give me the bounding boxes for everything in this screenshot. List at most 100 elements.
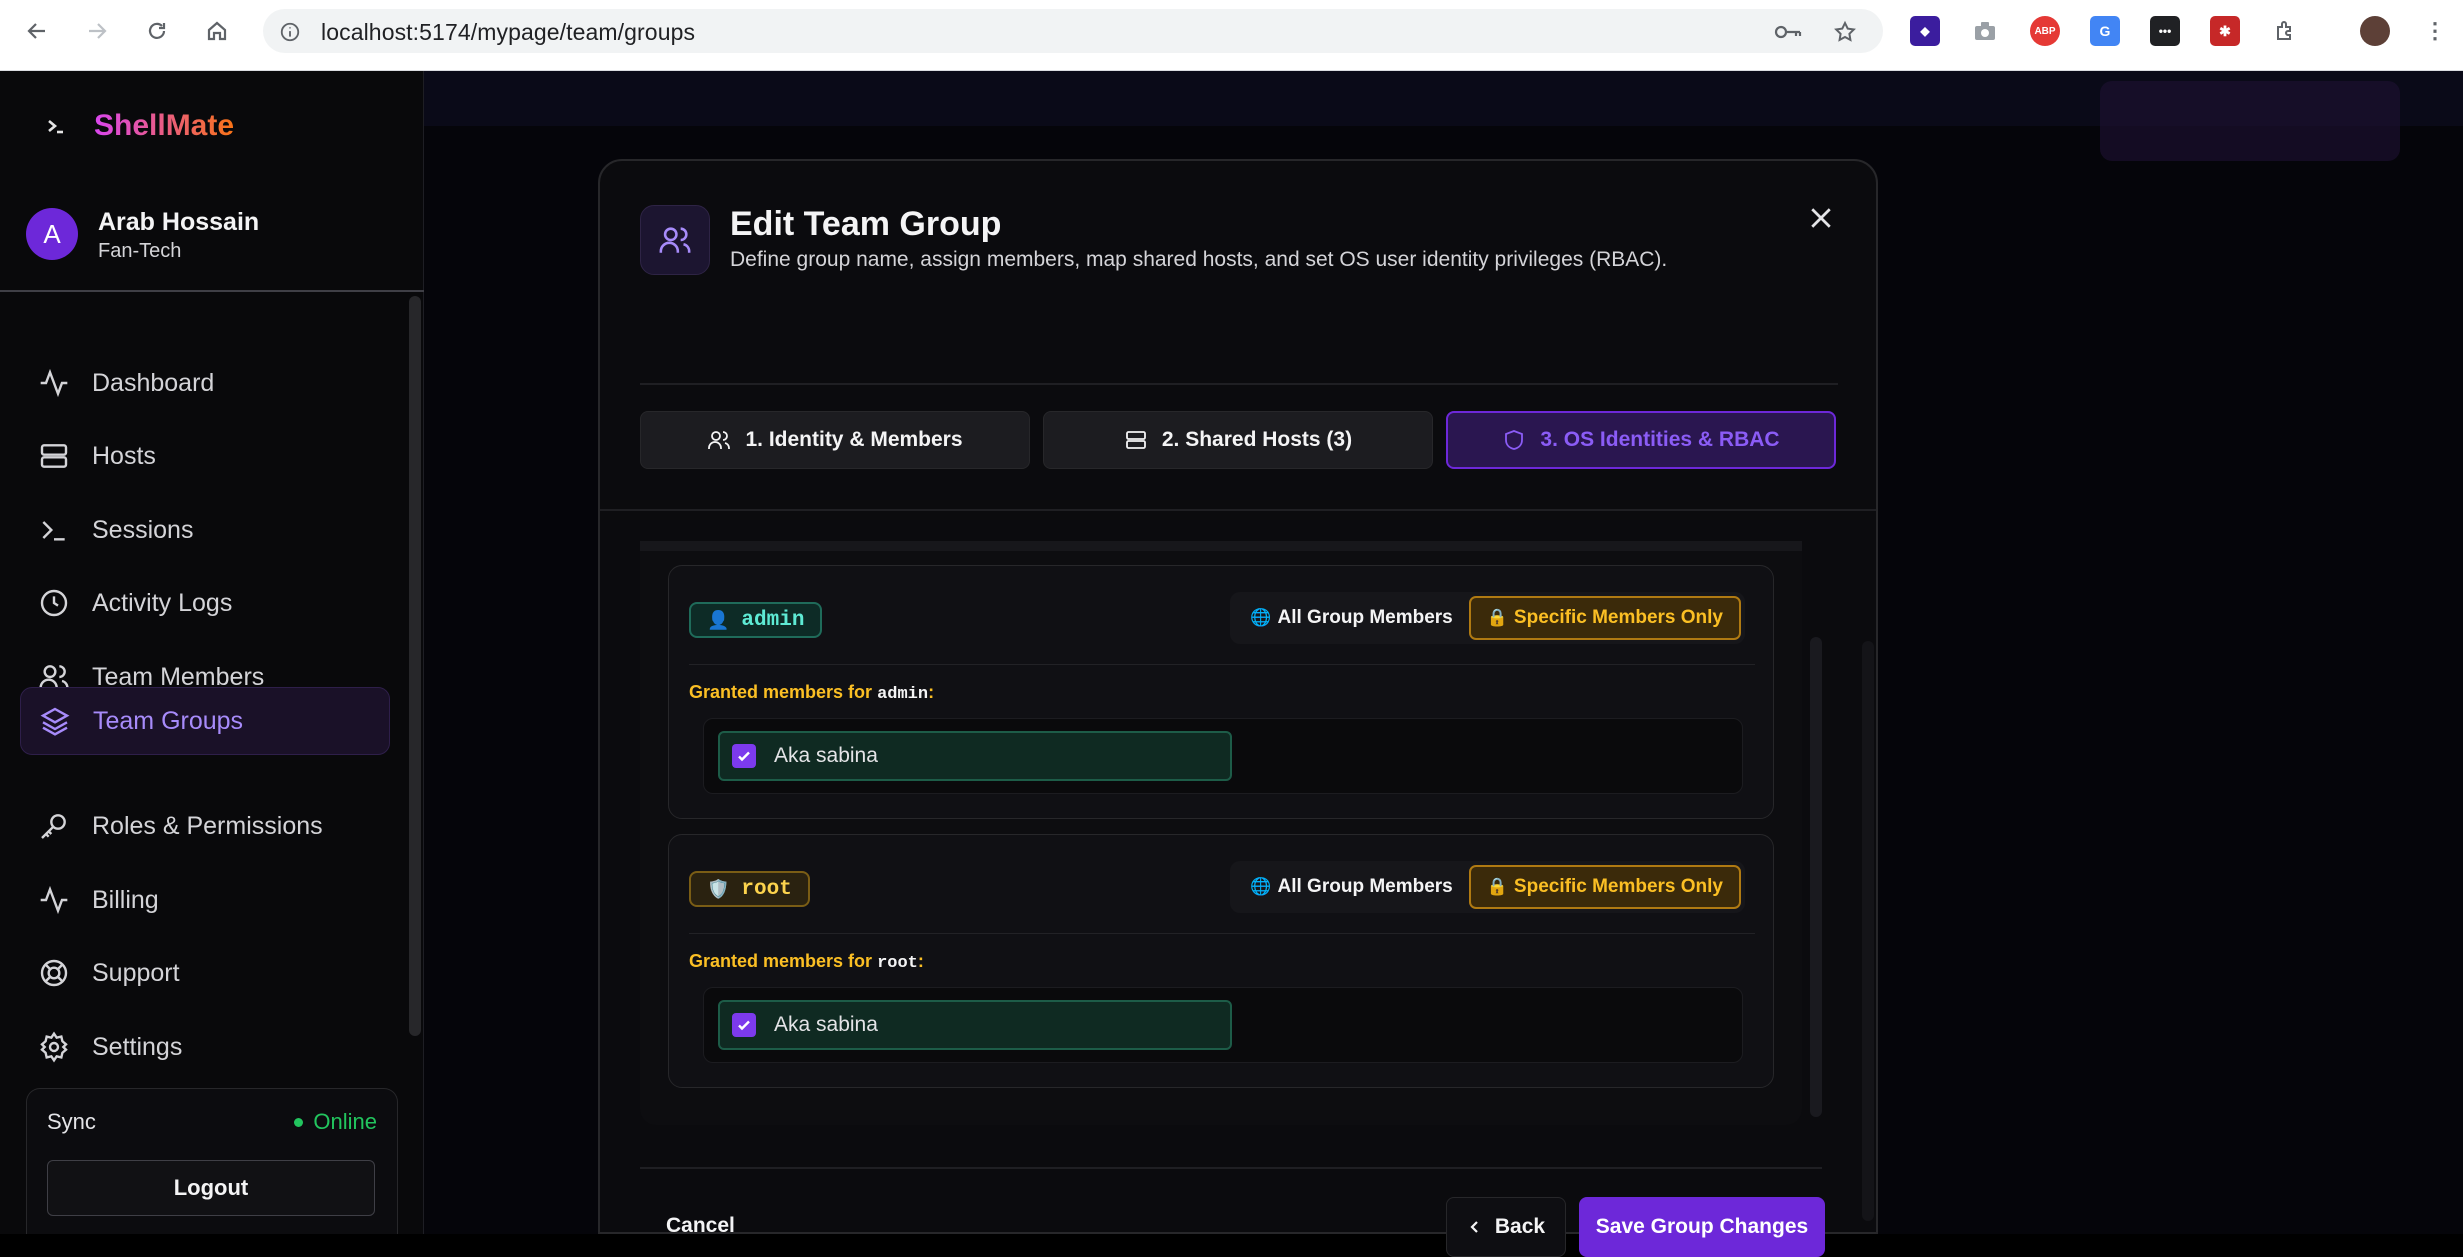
extensions-puzzle-icon[interactable]	[2270, 16, 2300, 46]
os-identity-card-root: 🛡️ root 🌐 All Group Members 🔒 Specific Mem…	[668, 834, 1774, 1088]
camera-icon[interactable]	[1970, 16, 2000, 46]
shield-icon: 🛡️	[707, 878, 730, 900]
granted-prefix: Granted members for	[689, 682, 873, 702]
brand[interactable]: ShellMate	[44, 109, 234, 143]
checkbox-checked-icon[interactable]	[732, 744, 756, 768]
sidebar-item-label: Dashboard	[92, 368, 215, 397]
sidebar-item-label: Activity Logs	[92, 588, 233, 617]
identity-badge: 🛡️ root	[689, 871, 810, 907]
app-root: ShellMate A Arab Hossain Fan-Tech Dashbo…	[0, 71, 2463, 1257]
sidebar-item-label: Sessions	[92, 515, 194, 544]
tab-identity-members[interactable]: 1. Identity & Members	[640, 411, 1030, 469]
translate-icon[interactable]: G	[2090, 16, 2120, 46]
sidebar-item-activity-logs[interactable]: Activity Logs	[20, 570, 390, 636]
user-icon: 👤	[707, 609, 730, 631]
checkbox-checked-icon[interactable]	[732, 1013, 756, 1037]
logout-button[interactable]: Logout	[47, 1160, 375, 1216]
tab-shared-hosts[interactable]: 2. Shared Hosts (3)	[1043, 411, 1433, 469]
close-icon[interactable]	[1806, 203, 1836, 233]
home-icon[interactable]	[200, 14, 234, 48]
modal-subtitle: Define group name, assign members, map s…	[730, 248, 1668, 271]
tab-os-identities-rbac[interactable]: 3. OS Identities & RBAC	[1446, 411, 1836, 469]
sidebar-item-sessions[interactable]: Sessions	[20, 497, 390, 563]
users-icon	[707, 428, 731, 452]
option-label: Specific Members Only	[1513, 876, 1723, 897]
identities-list: 👤 admin 🌐 All Group Members 🔒 Specific Mem…	[640, 541, 1802, 1125]
adblock-icon[interactable]: ABP	[2030, 16, 2060, 46]
option-label: All Group Members	[1277, 607, 1453, 628]
page-action-backdrop	[2100, 81, 2400, 161]
sidebar-item-settings[interactable]: Settings	[20, 1014, 390, 1080]
option-all-group-members[interactable]: 🌐 All Group Members	[1234, 596, 1468, 640]
lifebuoy-icon	[36, 955, 72, 991]
address-bar[interactable]: localhost:5174/mypage/team/groups	[263, 9, 1883, 53]
option-specific-members-only[interactable]: 🔒 Specific Members Only	[1468, 596, 1741, 640]
server-icon	[36, 438, 72, 474]
activity-icon	[36, 365, 72, 401]
divider	[640, 383, 1838, 385]
list-top-edge	[640, 541, 1802, 551]
sidebar-item-label: Hosts	[92, 441, 156, 470]
cancel-button[interactable]: Cancel	[666, 1214, 735, 1238]
sync-label: Sync	[47, 1109, 96, 1134]
sidebar-item-label: Roles & Permissions	[92, 811, 323, 840]
option-label: All Group Members	[1277, 876, 1453, 897]
sidebar-item-support[interactable]: Support	[20, 940, 390, 1006]
sidebar-item-label: Team Groups	[93, 706, 244, 735]
sidebar-scrollbar[interactable]	[409, 296, 421, 1036]
chevron-left-icon	[1467, 1219, 1483, 1235]
granted-identity: admin	[877, 685, 929, 704]
member-name: Aka sabina	[774, 744, 878, 767]
member-checkbox-item[interactable]: Aka sabina	[718, 1000, 1232, 1050]
sync-status-text: Online	[313, 1109, 377, 1134]
back-button[interactable]: Back	[1446, 1197, 1566, 1257]
avatar: A	[26, 208, 78, 260]
bookmark-star-icon[interactable]	[1833, 20, 1857, 44]
password-manager-icon[interactable]: •••	[2150, 16, 2180, 46]
clock-icon	[36, 585, 72, 621]
shield-icon	[1502, 428, 1526, 452]
os-identity-card-admin: 👤 admin 🌐 All Group Members 🔒 Specific Mem…	[668, 565, 1774, 819]
extension-diamond-icon[interactable]: ◆	[1910, 16, 1940, 46]
granted-members-label: Granted members for admin:	[689, 682, 935, 704]
option-specific-members-only[interactable]: 🔒 Specific Members Only	[1468, 865, 1741, 909]
modal-scrollbar[interactable]	[1862, 641, 1874, 1221]
layers-icon	[37, 703, 73, 739]
browser-menu-icon[interactable]: ⋮	[2420, 16, 2450, 46]
identity-badge: 👤 admin	[689, 602, 823, 638]
sidebar-item-dashboard[interactable]: Dashboard	[20, 350, 390, 416]
tab-label: 1. Identity & Members	[745, 428, 963, 451]
user-name: Arab Hossain	[98, 208, 260, 236]
member-checkbox-item[interactable]: Aka sabina	[718, 731, 1232, 781]
save-group-changes-button[interactable]: Save Group Changes	[1579, 1197, 1825, 1257]
site-info-icon[interactable]	[279, 21, 301, 43]
password-key-icon[interactable]	[1773, 20, 1803, 44]
option-all-group-members[interactable]: 🌐 All Group Members	[1234, 865, 1468, 909]
profile-avatar-icon[interactable]	[2360, 16, 2390, 46]
tab-label: 2. Shared Hosts (3)	[1161, 428, 1353, 451]
sidebar-item-team-groups[interactable]: Team Groups	[20, 687, 390, 755]
list-scrollbar[interactable]	[1810, 637, 1822, 1117]
identity-name: admin	[741, 608, 805, 632]
tab-label: 3. OS Identities & RBAC	[1540, 428, 1780, 451]
sidebar-item-hosts[interactable]: Hosts	[20, 423, 390, 489]
sync-card: Sync Online Logout	[26, 1088, 398, 1234]
url-text[interactable]: localhost:5174/mypage/team/groups	[321, 19, 695, 46]
member-name: Aka sabina	[774, 1013, 878, 1036]
granted-members-label: Granted members for root:	[689, 951, 924, 973]
divider	[689, 664, 1755, 665]
extension-red-icon[interactable]: ✱	[2210, 16, 2240, 46]
granted-identity: root	[877, 954, 918, 973]
terminal-prompt-icon	[44, 114, 68, 138]
forward-arrow-icon[interactable]	[80, 14, 114, 48]
globe-icon: 🌐	[1250, 608, 1272, 628]
sidebar-item-billing[interactable]: Billing	[20, 867, 390, 933]
user-profile[interactable]: A Arab Hossain Fan-Tech	[0, 191, 424, 292]
divider	[640, 1167, 1822, 1169]
back-label: Back	[1494, 1215, 1546, 1238]
sidebar-item-roles-permissions[interactable]: Roles & Permissions	[20, 793, 390, 859]
option-label: Specific Members Only	[1513, 607, 1723, 628]
back-arrow-icon[interactable]	[20, 14, 54, 48]
lock-icon: 🔒	[1486, 608, 1508, 628]
reload-icon[interactable]	[140, 14, 174, 48]
